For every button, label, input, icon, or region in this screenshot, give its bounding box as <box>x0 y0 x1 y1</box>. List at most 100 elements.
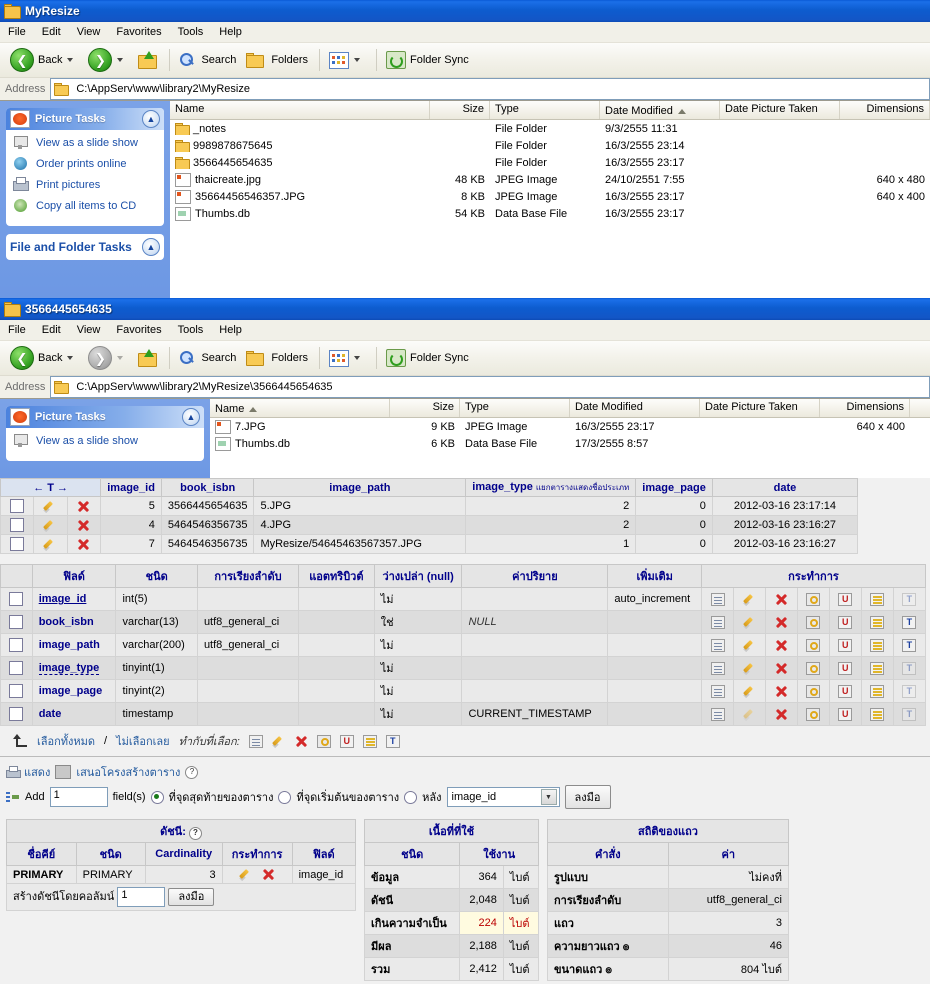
column-header-date-modified[interactable]: Date Modified <box>600 101 720 119</box>
table-row[interactable]: image_path varchar(200) utf8_general_ci … <box>1 634 926 657</box>
unique-icon[interactable]: U <box>340 735 354 748</box>
column-header-attributes[interactable]: แอตทริบิวต์ <box>298 565 374 588</box>
back-dropdown-icon[interactable] <box>67 356 73 360</box>
table-row[interactable]: date timestamp ไม่ CURRENT_TIMESTAMP U T <box>1 703 926 726</box>
views-dropdown-icon[interactable] <box>354 58 360 62</box>
create-index-input[interactable]: 1 <box>117 887 165 907</box>
unique-icon[interactable]: U <box>838 662 852 675</box>
column-header-type[interactable]: Type <box>490 101 600 119</box>
edit-icon[interactable] <box>743 662 757 675</box>
radio-after-field[interactable] <box>404 791 417 804</box>
task-print-pictures[interactable]: Print pictures <box>12 177 158 193</box>
table-row[interactable]: book_isbn varchar(13) utf8_general_ci ใช… <box>1 611 926 634</box>
column-header-type[interactable]: ชนิด <box>116 565 197 588</box>
views-button[interactable] <box>325 344 369 372</box>
menu-file[interactable]: File <box>8 324 26 336</box>
task-order-prints[interactable]: Order prints online <box>12 156 158 172</box>
edit-icon[interactable] <box>743 639 757 652</box>
primary-key-icon[interactable] <box>317 735 331 748</box>
column-header-image-id[interactable]: image_id <box>101 479 162 497</box>
table-row[interactable]: 3566445654635 File Folder 16/3/2555 23:1… <box>170 154 930 171</box>
folders-button[interactable]: Folders <box>242 46 312 74</box>
forward-button[interactable]: ❯ <box>84 46 132 74</box>
create-index-go-button[interactable]: ลงมือ <box>168 888 214 906</box>
delete-icon[interactable] <box>77 519 90 532</box>
table-row[interactable]: 4 5464546356735 4.JPG 2 0 2012-03-16 23:… <box>1 516 858 535</box>
menu-help[interactable]: Help <box>219 26 242 38</box>
index-icon[interactable] <box>363 735 377 748</box>
task-copy-to-cd[interactable]: Copy all items to CD <box>12 198 158 214</box>
menu-view[interactable]: View <box>77 26 101 38</box>
column-header-image-page[interactable]: image_page <box>636 479 713 497</box>
forward-dropdown-icon[interactable] <box>117 58 123 62</box>
column-header-null[interactable]: ว่างเปล่า (null) <box>374 565 462 588</box>
row-checkbox[interactable] <box>9 661 23 675</box>
column-header-image-path[interactable]: image_path <box>254 479 466 497</box>
column-header-book-isbn[interactable]: book_isbn <box>161 479 254 497</box>
back-button[interactable]: ❮ Back <box>6 344 82 372</box>
drop-icon[interactable] <box>775 708 788 721</box>
drop-icon[interactable] <box>295 735 308 748</box>
row-checkbox[interactable] <box>10 499 24 513</box>
table-row[interactable]: Thumbs.db 6 KB Data Base File 17/3/2555 … <box>210 435 930 452</box>
column-header-field[interactable]: ฟิลด์ <box>32 565 116 588</box>
row-checkbox[interactable] <box>9 592 23 606</box>
column-header-dimensions[interactable]: Dimensions <box>820 399 910 417</box>
chevron-up-icon[interactable]: ▲ <box>182 408 200 426</box>
fulltext-icon[interactable]: T <box>386 735 400 748</box>
back-button[interactable]: ❮ Back <box>6 46 82 74</box>
browse-icon[interactable] <box>711 593 725 606</box>
primary-key-icon[interactable] <box>806 639 820 652</box>
after-field-select[interactable]: image_id▼ <box>447 787 560 807</box>
folders-button[interactable]: Folders <box>242 344 312 372</box>
drop-icon[interactable] <box>775 662 788 675</box>
unique-icon[interactable]: U <box>838 685 852 698</box>
row-nav-arrows[interactable]: ← T → <box>1 479 101 497</box>
table-row[interactable]: _notes File Folder 9/3/2555 11:31 <box>170 120 930 137</box>
edit-icon[interactable] <box>239 868 253 881</box>
search-button[interactable]: Search <box>175 46 240 74</box>
help-icon[interactable]: ? <box>185 766 198 779</box>
edit-icon[interactable] <box>43 519 57 532</box>
unique-icon[interactable]: U <box>838 639 852 652</box>
index-icon[interactable] <box>870 708 884 721</box>
edit-icon[interactable] <box>743 708 757 721</box>
select-none-link[interactable]: ไม่เลือกเลย <box>116 732 170 750</box>
picture-tasks-header[interactable]: Picture Tasks ▲ <box>6 108 164 130</box>
menu-view[interactable]: View <box>77 324 101 336</box>
index-icon[interactable] <box>870 616 884 629</box>
column-header-date-taken[interactable]: Date Picture Taken <box>720 101 840 119</box>
up-button[interactable] <box>134 46 162 74</box>
edit-icon[interactable] <box>43 538 57 551</box>
menu-tools[interactable]: Tools <box>178 26 204 38</box>
row-checkbox[interactable] <box>10 537 24 551</box>
primary-key-icon[interactable] <box>806 685 820 698</box>
index-icon[interactable] <box>870 593 884 606</box>
field-count-input[interactable]: 1 <box>50 787 108 807</box>
table-row[interactable]: thaicreate.jpg 48 KB JPEG Image 24/10/25… <box>170 171 930 188</box>
unique-icon[interactable]: U <box>838 616 852 629</box>
column-header-date-modified[interactable]: Date Modified <box>570 399 700 417</box>
print-view-link[interactable]: แสดง <box>24 763 50 781</box>
file-folder-tasks-header[interactable]: File and Folder Tasks ▲ <box>6 234 164 260</box>
row-checkbox[interactable] <box>9 638 23 652</box>
fulltext-icon[interactable]: T <box>902 616 916 629</box>
radio-at-end-of-table[interactable] <box>151 791 164 804</box>
menu-tools[interactable]: Tools <box>178 324 204 336</box>
primary-key-icon[interactable] <box>806 593 820 606</box>
drop-icon[interactable] <box>775 593 788 606</box>
check-all-arrow-icon[interactable] <box>10 734 28 748</box>
primary-key-icon[interactable] <box>806 662 820 675</box>
task-view-slideshow[interactable]: View as a slide show <box>12 135 158 151</box>
column-header-extra[interactable]: เพิ่มเติม <box>608 565 702 588</box>
browse-icon[interactable] <box>711 639 725 652</box>
search-button[interactable]: Search <box>175 344 240 372</box>
edit-icon[interactable] <box>43 500 57 513</box>
menu-edit[interactable]: Edit <box>42 324 61 336</box>
row-checkbox[interactable] <box>9 615 23 629</box>
column-header-name[interactable]: Name <box>170 101 430 119</box>
column-header-date-taken[interactable]: Date Picture Taken <box>700 399 820 417</box>
views-dropdown-icon[interactable] <box>354 356 360 360</box>
picture-tasks-header[interactable]: Picture Tasks ▲ <box>6 406 204 428</box>
table-row[interactable]: 35664456546357.JPG 8 KB JPEG Image 16/3/… <box>170 188 930 205</box>
